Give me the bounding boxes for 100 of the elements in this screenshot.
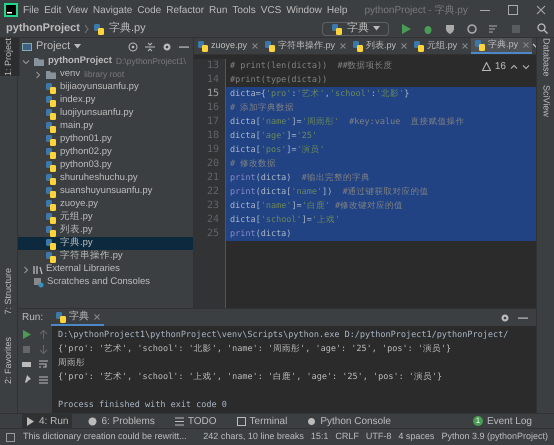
chevron-up-icon bbox=[510, 62, 518, 70]
python-file-icon bbox=[92, 22, 105, 34]
problems-icon bbox=[88, 416, 98, 426]
tool-window-button[interactable]: TODO bbox=[170, 414, 221, 428]
maximize-icon bbox=[508, 5, 518, 15]
tree-item[interactable]: python02.py bbox=[18, 146, 193, 159]
menu-item[interactable]: Tools bbox=[232, 2, 256, 18]
breadcrumb[interactable]: pythonProject bbox=[6, 20, 80, 37]
python-file-icon bbox=[197, 40, 209, 52]
tree-item[interactable]: python03.py bbox=[18, 159, 193, 172]
menu-item[interactable]: Run bbox=[209, 2, 228, 18]
app-logo-icon bbox=[4, 3, 18, 17]
python-file-icon bbox=[45, 160, 57, 172]
tree-item[interactable]: venv library root bbox=[18, 68, 193, 81]
close-icon bbox=[523, 42, 530, 48]
console-output-line: {'pro': '艺术', 'school': '上戏', 'name': '白鹿', 'age': '25', 'pos': '演员'} bbox=[58, 371, 442, 384]
shield-icon bbox=[445, 24, 455, 34]
arrow-down-icon bbox=[39, 345, 48, 354]
tool-window-button[interactable]: Python Console bbox=[303, 414, 395, 428]
status-item[interactable]: 242 chars, 10 line breaks bbox=[203, 430, 304, 444]
stop-icon bbox=[511, 24, 521, 34]
tree-item[interactable]: pythonProject D:\pythonProject1\ bbox=[18, 55, 193, 68]
run-tab[interactable]: 字典 bbox=[51, 309, 104, 326]
tree-item[interactable]: 列表.py bbox=[18, 224, 193, 237]
python-file-icon bbox=[45, 250, 57, 262]
tool-window-button[interactable]: 6: Problems bbox=[84, 414, 159, 428]
console-output-line: Process finished with exit code 0 bbox=[58, 399, 227, 412]
breadcrumb[interactable]: 字典.py bbox=[108, 20, 146, 37]
tree-item[interactable]: shuruheshuchu.py bbox=[18, 172, 193, 185]
scroll-end-icon bbox=[39, 375, 48, 384]
arrow-up-icon bbox=[39, 330, 48, 339]
tool-window-stripe-button[interactable]: Database bbox=[534, 38, 554, 77]
status-message: This dictionary creation could be rewritt... bbox=[23, 430, 187, 444]
status-item[interactable]: 15:1 bbox=[310, 430, 328, 444]
status-item[interactable]: CRLF bbox=[335, 430, 359, 444]
run-icon bbox=[22, 330, 31, 339]
warning-count[interactable]: 16 bbox=[494, 59, 506, 74]
event-log-button[interactable]: 1 Event Log bbox=[472, 414, 532, 428]
window-title: pythonProject - 字典.py bbox=[364, 4, 468, 18]
python-file-icon bbox=[45, 212, 57, 224]
menu-item[interactable]: File bbox=[23, 2, 40, 18]
close-icon bbox=[94, 314, 100, 320]
tree-item[interactable]: python01.py bbox=[18, 133, 193, 146]
code-line: #print(type(dicta)) bbox=[229, 74, 328, 87]
tree-item[interactable]: main.py bbox=[18, 120, 193, 133]
run-icon bbox=[401, 24, 411, 34]
folder-icon bbox=[45, 68, 57, 80]
pin-icon bbox=[22, 375, 31, 384]
editor-tab[interactable]: 字典.py bbox=[471, 38, 532, 54]
tool-window-button[interactable]: 4: Run bbox=[22, 414, 72, 428]
tree-item[interactable]: suanshuyunsuanfu.py bbox=[18, 185, 193, 198]
settings-icon bbox=[500, 312, 510, 322]
status-item[interactable]: UTF-8 bbox=[366, 430, 392, 444]
close-icon bbox=[462, 42, 468, 48]
folder-icon bbox=[33, 56, 45, 68]
menu-item[interactable]: VCS bbox=[260, 2, 282, 18]
menu-item[interactable]: Code bbox=[137, 2, 162, 18]
warning-icon bbox=[482, 62, 491, 71]
python-file-icon bbox=[45, 224, 57, 236]
tree-item[interactable]: bijiaoyunsuanfu.py bbox=[18, 81, 193, 94]
python-file-icon bbox=[474, 38, 486, 50]
python-file-icon bbox=[45, 172, 57, 184]
console-icon bbox=[307, 416, 316, 426]
tree-item[interactable]: luojiyunsuanfu.py bbox=[18, 107, 193, 120]
tool-window-stripe-button[interactable]: 2: Favorites bbox=[0, 336, 20, 384]
tree-item[interactable]: Scratches and Consoles bbox=[18, 276, 193, 289]
status-item[interactable]: Python 3.9 (pythonProject) bbox=[441, 430, 548, 444]
tree-item[interactable]: 元组.py bbox=[18, 211, 193, 224]
tool-window-stripe-button[interactable]: SciView bbox=[534, 84, 554, 116]
tree-item[interactable]: zuoye.py bbox=[18, 198, 193, 211]
menu-item[interactable]: Navigate bbox=[92, 2, 132, 18]
python-file-icon bbox=[45, 146, 57, 158]
menu-item[interactable]: Help bbox=[326, 2, 348, 18]
python-file-icon bbox=[55, 310, 68, 322]
run-config-dropdown[interactable]: 字典 bbox=[322, 22, 389, 36]
search-icon bbox=[537, 23, 548, 34]
menu-item[interactable]: Edit bbox=[44, 2, 62, 18]
tree-item[interactable]: 字符串操作.py bbox=[18, 250, 193, 263]
list-run-icon bbox=[489, 24, 499, 34]
python-file-icon bbox=[45, 134, 57, 146]
tree-item[interactable]: index.py bbox=[18, 94, 193, 107]
menu-item[interactable]: Refactor bbox=[166, 2, 204, 18]
tool-window-button[interactable]: Terminal bbox=[232, 414, 292, 428]
python-file-icon bbox=[45, 82, 57, 94]
wrap-icon bbox=[39, 360, 48, 369]
tool-window-stripe-button[interactable]: 1: Project bbox=[0, 38, 20, 76]
console-output-line: D:\pythonProject1\pythonProject\venv\Scripts\python.exe D:/pythonProject1/pythonProject/ bbox=[58, 329, 508, 342]
caret-icon bbox=[74, 44, 82, 49]
status-item[interactable]: 4 spaces bbox=[398, 430, 434, 444]
tree-item[interactable]: 字典.py bbox=[18, 237, 193, 250]
menu-item[interactable]: Window bbox=[286, 2, 322, 18]
python-file-icon bbox=[352, 40, 364, 52]
library-icon bbox=[33, 264, 43, 274]
close-icon bbox=[340, 42, 346, 48]
menu-item[interactable]: View bbox=[66, 2, 88, 18]
tool-window-stripe-button[interactable]: 7: Structure bbox=[0, 268, 20, 315]
caret-icon bbox=[373, 26, 380, 31]
panel-title-dropdown[interactable]: Project bbox=[36, 38, 82, 55]
tree-item[interactable]: External Libraries bbox=[18, 263, 193, 276]
collapse-icon bbox=[145, 42, 155, 52]
